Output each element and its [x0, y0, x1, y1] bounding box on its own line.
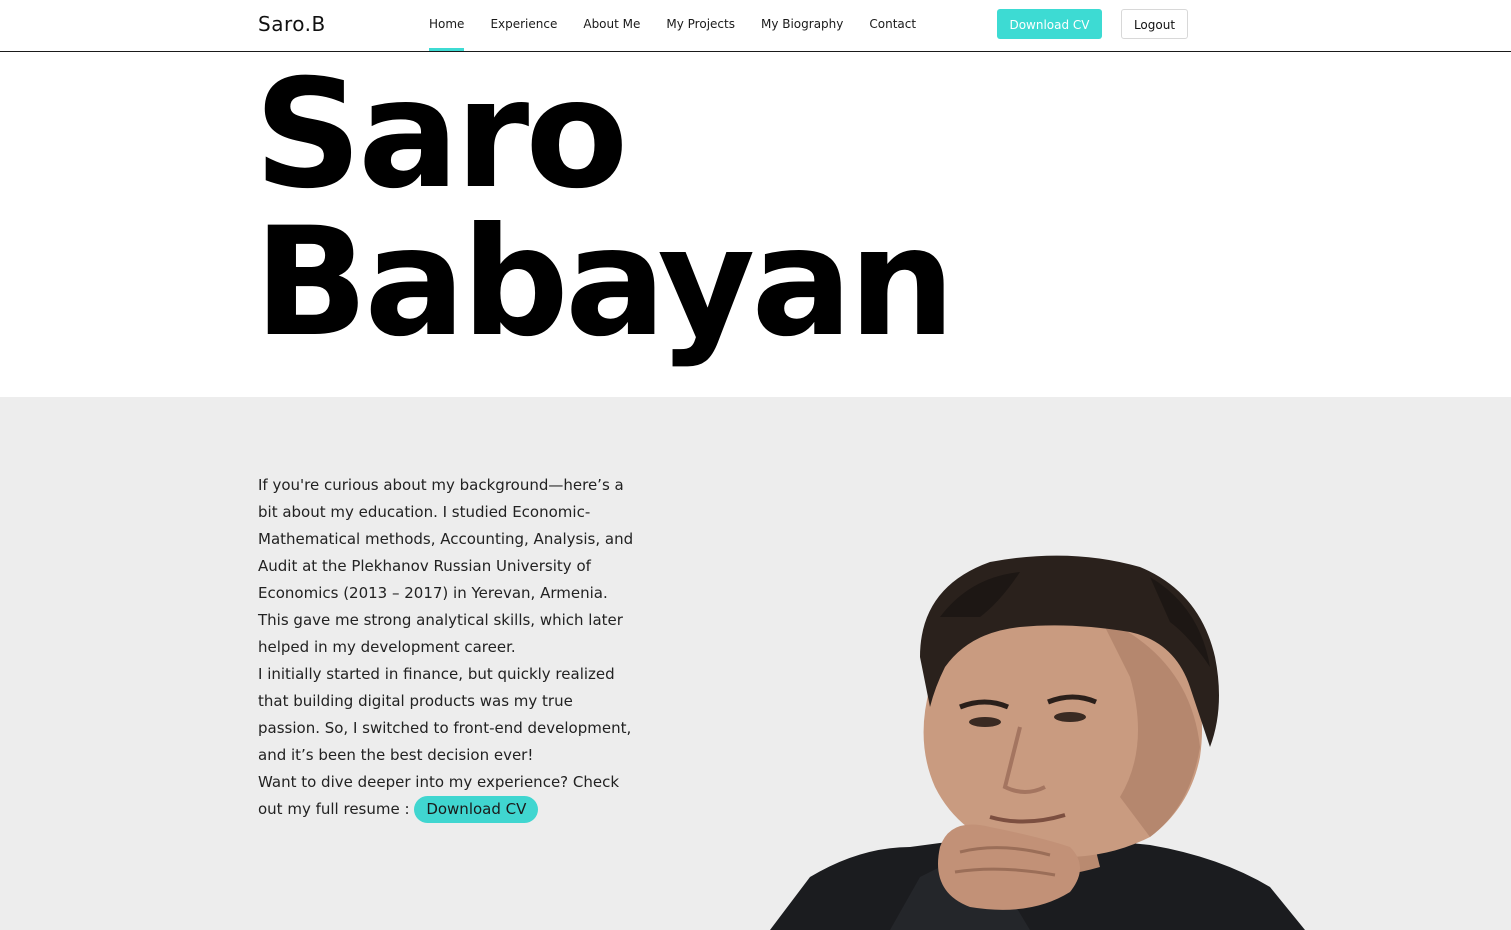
bio-paragraph-career: I initially started in finance, but quic…: [258, 665, 632, 764]
biography-section: If you're curious about my background—he…: [0, 397, 1511, 930]
hero-last-name: Babayan: [254, 196, 955, 370]
nav-link-contact[interactable]: Contact: [869, 0, 916, 51]
nav-link-my-projects[interactable]: My Projects: [666, 0, 735, 51]
nav-link-home[interactable]: Home: [429, 0, 465, 51]
portrait-photo: [770, 555, 1305, 930]
bio-paragraph-education: If you're curious about my background—he…: [258, 476, 634, 656]
site-logo[interactable]: Saro.B: [258, 12, 326, 36]
bio-paragraph-resume: Want to dive deeper into my experience? …: [258, 769, 638, 823]
top-navbar: Saro.B Home Experience About Me My Proje…: [0, 0, 1511, 52]
hero-first-name: Saro: [254, 52, 628, 222]
inline-download-cv-button[interactable]: Download CV: [414, 796, 539, 823]
nav-link-experience[interactable]: Experience: [490, 0, 557, 51]
download-cv-button[interactable]: Download CV: [997, 9, 1102, 39]
nav-link-my-biography[interactable]: My Biography: [761, 0, 843, 51]
logout-button[interactable]: Logout: [1121, 9, 1188, 39]
bio-text-block: If you're curious about my background—he…: [258, 472, 638, 823]
main-nav: Home Experience About Me My Projects My …: [429, 0, 916, 51]
hero-section: Saro Babayan: [0, 52, 1511, 397]
nav-link-about-me[interactable]: About Me: [583, 0, 640, 51]
